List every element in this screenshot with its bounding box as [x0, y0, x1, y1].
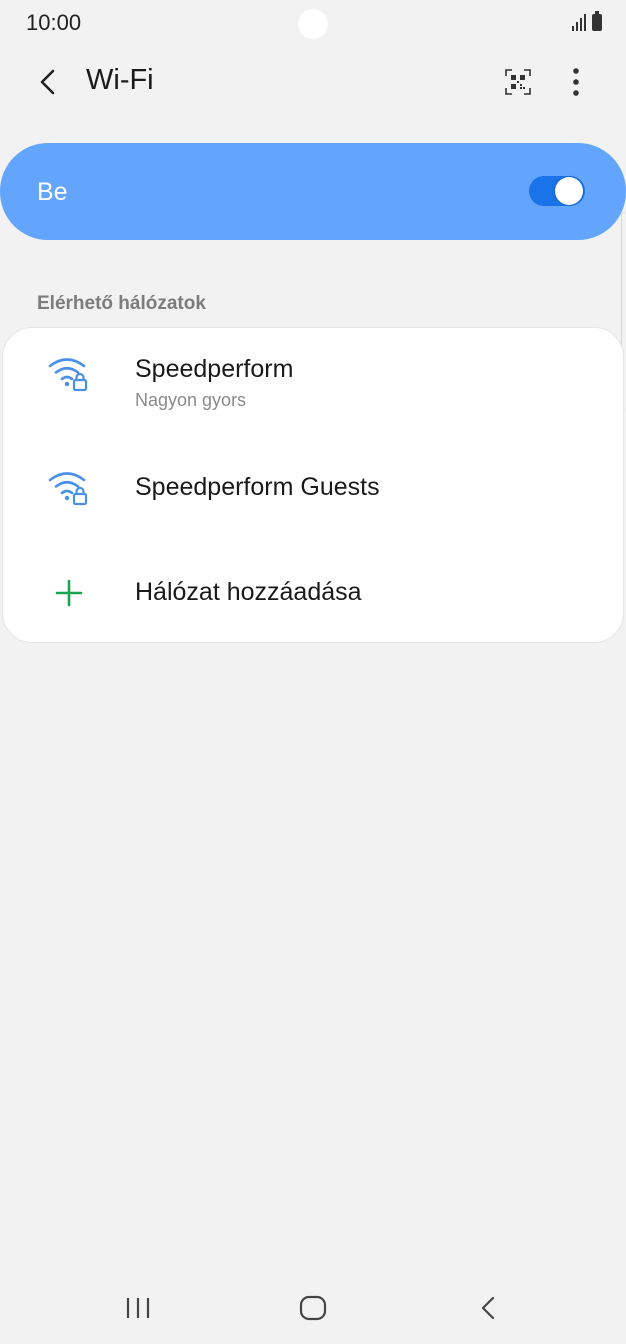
network-name: Speedperform	[135, 355, 294, 383]
wifi-lock-icon	[47, 465, 91, 509]
wifi-settings-screen: 10:00 Wi-Fi Be Elérhető hálózatok Speedp…	[0, 0, 626, 1344]
back-button[interactable]	[26, 60, 70, 104]
wifi-toggle-switch[interactable]	[529, 176, 585, 206]
more-vertical-icon	[573, 68, 579, 96]
status-bar: 10:00	[0, 0, 626, 48]
wifi-master-label: Be	[37, 178, 68, 206]
add-network-label: Hálózat hozzáadása	[135, 578, 362, 606]
front-camera-cutout	[298, 9, 328, 39]
app-header: Wi-Fi	[0, 48, 626, 118]
network-status: Nagyon gyors	[135, 390, 247, 410]
status-time: 10:00	[26, 10, 82, 35]
network-list: Speedperform Nagyon gyors Speedperform G…	[2, 327, 624, 643]
wifi-lock-icon	[47, 351, 91, 395]
battery-icon	[592, 11, 602, 31]
navigation-bar	[0, 1272, 626, 1344]
network-item-speedperform[interactable]: Speedperform Nagyon gyors	[3, 328, 623, 438]
chevron-left-icon	[40, 69, 55, 95]
recent-apps-icon	[126, 1298, 150, 1318]
home-button[interactable]	[291, 1286, 335, 1330]
plus-icon	[47, 571, 91, 615]
network-item-speedperform-guests[interactable]: Speedperform Guests	[3, 438, 623, 538]
page-title: Wi-Fi	[86, 64, 154, 96]
recent-apps-button[interactable]	[116, 1286, 160, 1330]
qr-code-button[interactable]	[496, 60, 540, 104]
network-name: Speedperform Guests	[135, 473, 380, 501]
more-options-button[interactable]	[554, 60, 598, 104]
toggle-knob	[555, 177, 583, 205]
qr-code-scanner-icon	[505, 69, 531, 95]
available-networks-header: Elérhető hálózatok	[37, 293, 206, 314]
back-icon	[481, 1296, 495, 1320]
back-nav-button[interactable]	[466, 1286, 510, 1330]
add-network-item[interactable]: Hálózat hozzáadása	[3, 538, 623, 642]
signal-icon	[572, 13, 586, 31]
wifi-master-toggle-row[interactable]: Be	[0, 143, 626, 240]
status-icons	[572, 11, 602, 31]
home-icon	[299, 1295, 327, 1321]
